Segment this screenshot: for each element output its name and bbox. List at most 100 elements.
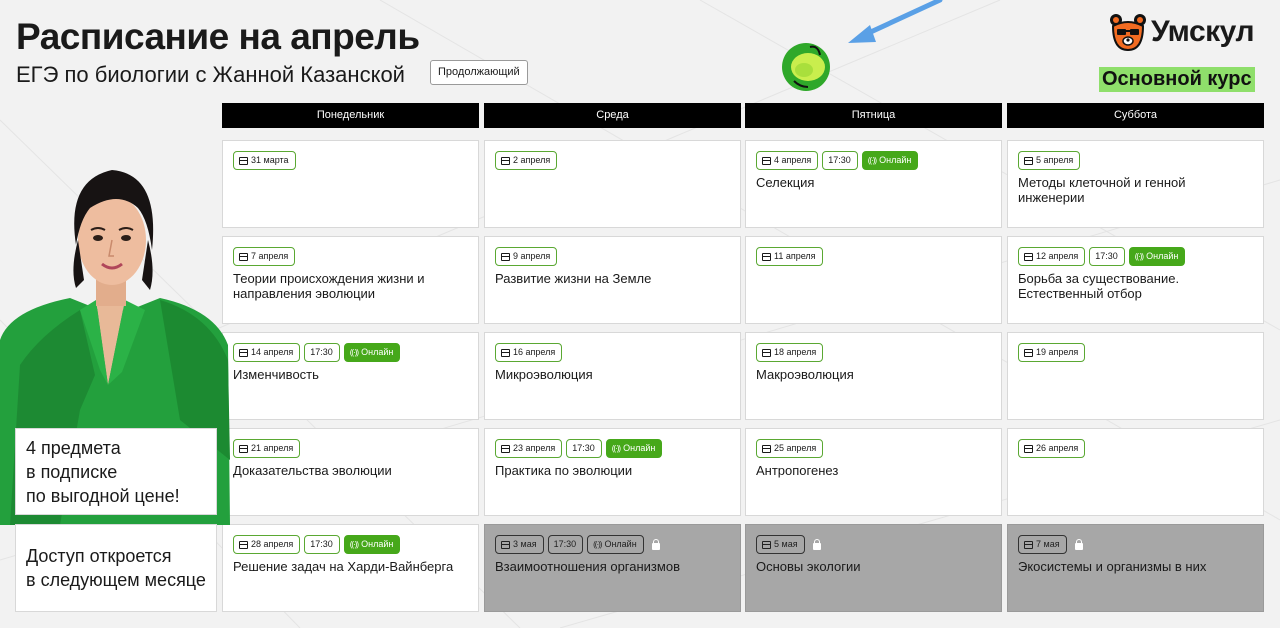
date-badge: 19 апреля — [1018, 343, 1086, 362]
online-badge: ((·)) Онлайн — [343, 343, 401, 362]
day-header-friday: Пятница — [745, 103, 1002, 128]
date-text: 5 апреля — [1036, 155, 1074, 165]
mascot-icon — [782, 43, 830, 91]
date-badge: 21 апреля — [233, 439, 301, 458]
calendar-icon — [1024, 540, 1033, 549]
lesson-title: Взаимоотношения организмов — [495, 559, 680, 574]
calendar-icon — [762, 252, 771, 261]
lesson-badges: 9 апреля — [495, 247, 730, 266]
access-line: в следующем месяце — [26, 570, 206, 590]
time-badge: 17:30 — [547, 535, 584, 554]
broadcast-icon: ((·)) — [1134, 252, 1144, 261]
promo-line: по выгодной цене! — [26, 486, 180, 506]
brand-logo: Умскул — [1108, 12, 1255, 52]
calendar-icon — [501, 444, 510, 453]
access-line: Доступ откроется — [26, 546, 172, 566]
calendar-icon — [239, 540, 248, 549]
lesson-badges: 5 апреля — [1018, 151, 1253, 170]
calendar-icon — [239, 444, 248, 453]
lesson-card[interactable]: 16 апреля Микроэволюция — [484, 332, 741, 420]
online-badge: ((·)) Онлайн — [343, 535, 401, 554]
date-text: 16 апреля — [513, 347, 556, 357]
date-badge: 25 апреля — [756, 439, 824, 458]
lesson-card[interactable]: 5 мая Основы экологии — [745, 524, 1002, 612]
lesson-title: Теории происхождения жизни и направления… — [233, 271, 425, 301]
date-badge: 7 мая — [1018, 535, 1067, 554]
calendar-icon — [501, 348, 510, 357]
page-subtitle: ЕГЭ по биологии с Жанной Казанской — [16, 62, 405, 87]
date-text: 21 апреля — [251, 443, 294, 453]
lesson-badges: 18 апреля — [756, 343, 991, 362]
date-badge: 2 апреля — [495, 151, 558, 170]
logo-text: Умскул — [1151, 15, 1255, 48]
date-text: 4 апреля — [774, 155, 812, 165]
date-text: 3 мая — [513, 539, 537, 549]
date-text: 2 апреля — [513, 155, 551, 165]
lesson-card[interactable]: 28 апреля 17:30 ((·)) Онлайн Решение задач н… — [222, 524, 479, 612]
lesson-card[interactable]: 23 апреля 17:30 ((·)) Онлайн Практика по эво… — [484, 428, 741, 516]
lesson-card[interactable]: 5 апреля Методы клеточной и генной инжене… — [1007, 140, 1264, 228]
day-header-monday: Понедельник — [222, 103, 479, 128]
date-text: 11 апреля — [774, 251, 816, 261]
date-badge: 7 апреля — [233, 247, 296, 266]
lesson-card[interactable]: 11 апреля — [745, 236, 1002, 324]
date-text: 5 мая — [774, 539, 798, 549]
lesson-card[interactable]: 31 марта — [222, 140, 479, 228]
date-text: 7 апреля — [251, 251, 289, 261]
calendar-icon — [762, 156, 771, 165]
lesson-badges: 12 апреля 17:30 ((·)) Онлайн — [1018, 247, 1253, 266]
lesson-card[interactable]: 7 мая Экосистемы и организмы в них — [1007, 524, 1264, 612]
date-badge: 14 апреля — [233, 343, 301, 362]
lesson-card[interactable]: 21 апреля Доказательства эволюции — [222, 428, 479, 516]
lesson-card[interactable]: 14 апреля 17:30 ((·)) Онлайн Изменчивость — [222, 332, 479, 420]
time-badge: 17:30 — [822, 151, 858, 170]
time-badge: 17:30 — [304, 343, 340, 362]
online-badge: ((·)) Онлайн — [861, 151, 919, 170]
date-text: 26 апреля — [1036, 443, 1079, 453]
broadcast-icon: ((·)) — [867, 156, 877, 165]
page-title: Расписание на апрель — [16, 16, 420, 57]
calendar-icon — [501, 252, 510, 261]
bear-logo-icon — [1110, 14, 1146, 52]
online-badge: ((·)) Онлайн — [1128, 247, 1186, 266]
lesson-card[interactable]: 4 апреля 17:30 ((·)) Онлайн Селекция — [745, 140, 1002, 228]
calendar-icon — [1024, 156, 1033, 165]
date-badge: 9 апреля — [495, 247, 558, 266]
lesson-badges: 5 мая — [756, 535, 991, 554]
online-text: Онлайн — [879, 155, 912, 165]
lesson-card[interactable]: 26 апреля — [1007, 428, 1264, 516]
lesson-title: Селекция — [756, 175, 815, 190]
date-text: 12 апреля — [1036, 251, 1079, 261]
calendar-icon — [239, 252, 248, 261]
lesson-card[interactable]: 25 апреля Антропогенез — [745, 428, 1002, 516]
lock-icon — [812, 539, 821, 550]
course-badge: Основной курс — [1099, 67, 1255, 92]
date-text: 14 апреля — [251, 347, 294, 357]
calendar-icon — [762, 540, 771, 549]
lesson-title: Доказательства эволюции — [233, 463, 392, 478]
calendar-icon — [239, 348, 248, 357]
lesson-title: Экосистемы и организмы в них — [1018, 559, 1207, 574]
broadcast-icon: ((·)) — [349, 540, 359, 549]
lock-icon — [1074, 539, 1083, 550]
date-badge: 5 апреля — [1018, 151, 1081, 170]
lesson-card[interactable]: 19 апреля — [1007, 332, 1264, 420]
promo-line: в подписке — [26, 462, 118, 482]
online-badge: ((·)) Онлайн — [587, 535, 644, 554]
lesson-badges: 7 мая — [1018, 535, 1253, 554]
lesson-card[interactable]: 7 апреля Теории происхождения жизни и нап… — [222, 236, 479, 324]
lesson-card[interactable]: 12 апреля 17:30 ((·)) Онлайн Борьба за сущес… — [1007, 236, 1264, 324]
lesson-card[interactable]: 2 апреля — [484, 140, 741, 228]
time-badge: 17:30 — [1089, 247, 1125, 266]
pointer-arrow-icon — [848, 0, 943, 43]
lesson-badges: 4 апреля 17:30 ((·)) Онлайн — [756, 151, 991, 170]
lesson-card[interactable]: 3 мая 17:30 ((·)) Онлайн Взаимоотношения орг… — [484, 524, 741, 612]
calendar-icon — [1024, 444, 1033, 453]
lesson-card[interactable]: 18 апреля Макроэволюция — [745, 332, 1002, 420]
lesson-title: Макроэволюция — [756, 367, 854, 382]
broadcast-icon: ((·)) — [593, 540, 602, 549]
date-text: 28 апреля — [251, 539, 294, 549]
online-text: Онлайн — [623, 443, 656, 453]
lesson-card[interactable]: 9 апреля Развитие жизни на Земле — [484, 236, 741, 324]
subscription-promo: 4 предмета в подписке по выгодной цене! — [15, 428, 217, 515]
